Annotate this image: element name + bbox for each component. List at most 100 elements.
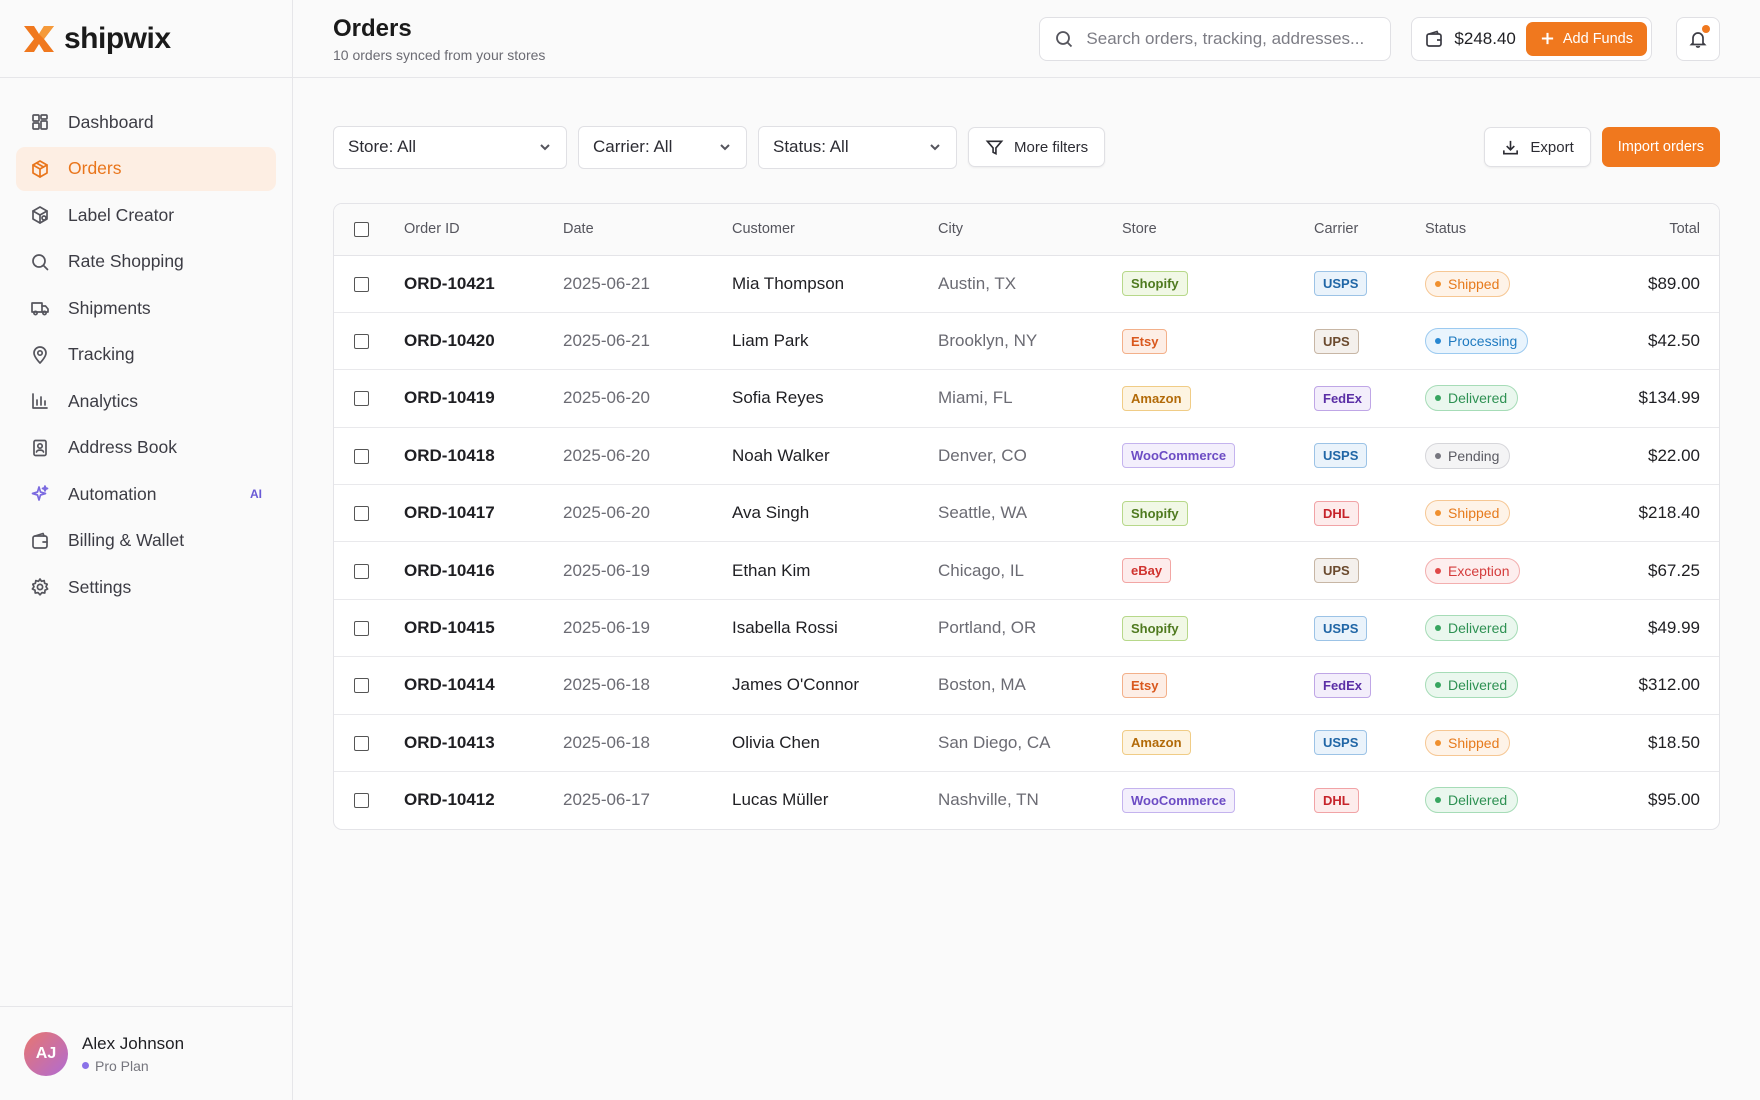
carrier-cell: FedEx	[1314, 657, 1425, 714]
sidebar-item-settings[interactable]: Settings	[16, 565, 276, 609]
carrier-badge: USPS	[1314, 615, 1368, 641]
store-cell: WooCommerce	[1122, 427, 1314, 484]
column-header-total[interactable]: Total	[1590, 204, 1719, 256]
order-total: $218.40	[1638, 503, 1700, 523]
row-select-cell	[334, 772, 404, 829]
search-icon	[1056, 30, 1073, 47]
store-filter-select[interactable]: Store: All	[333, 125, 567, 169]
table-row[interactable]: ORD-10418 2025-06-20 Noah Walker Denver, CO…	[334, 427, 1719, 485]
table-row[interactable]: ORD-10414 2025-06-18 James O'Connor Boston,…	[334, 657, 1719, 715]
status-cell: Shipped	[1425, 255, 1590, 312]
store-badge: Etsy	[1122, 672, 1168, 698]
column-header-store[interactable]: Store	[1122, 204, 1314, 256]
table-row[interactable]: ORD-10420 2025-06-21 Liam Park Brooklyn, NY…	[334, 312, 1719, 370]
add-funds-button[interactable]: Add Funds	[1525, 21, 1647, 56]
order-id[interactable]: ORD-10413	[404, 714, 563, 771]
order-id[interactable]: ORD-10418	[404, 427, 563, 484]
row-checkbox[interactable]	[354, 793, 369, 809]
column-header-customer[interactable]: Customer	[732, 204, 938, 256]
row-select-cell	[334, 542, 404, 599]
status-badge: Shipped	[1425, 500, 1511, 527]
sidebar-item-analytics[interactable]: Analytics	[16, 379, 276, 423]
customer-city: Austin, TX	[938, 273, 1017, 293]
import-orders-button[interactable]: Import orders	[1601, 127, 1720, 167]
customer-city: San Diego, CA	[938, 732, 1051, 752]
sidebar-item-label-creator[interactable]: Label Creator	[16, 193, 276, 237]
table-row[interactable]: ORD-10412 2025-06-17 Lucas Müller Nashville…	[334, 772, 1719, 829]
order-id[interactable]: ORD-10412	[404, 772, 563, 829]
status-badge: Delivered	[1425, 385, 1519, 412]
column-header-city[interactable]: City	[938, 204, 1122, 256]
status-badge: Processing	[1425, 328, 1529, 355]
column-header-date[interactable]: Date	[563, 204, 732, 256]
carrier-cell: USPS	[1314, 714, 1425, 771]
table-row[interactable]: ORD-10413 2025-06-18 Olivia Chen San Diego,…	[334, 714, 1719, 772]
store-cell: Etsy	[1122, 657, 1314, 714]
order-id[interactable]: ORD-10416	[404, 542, 563, 599]
store-badge: WooCommerce	[1122, 787, 1236, 813]
row-checkbox[interactable]	[354, 678, 369, 694]
table-row[interactable]: ORD-10415 2025-06-19 Isabella Rossi Portlan…	[334, 599, 1719, 657]
search-box[interactable]	[1039, 16, 1392, 61]
row-checkbox[interactable]	[354, 563, 369, 579]
notifications-button[interactable]	[1676, 16, 1720, 61]
row-checkbox[interactable]	[354, 621, 369, 637]
row-checkbox[interactable]	[354, 391, 369, 407]
row-checkbox[interactable]	[354, 448, 369, 464]
carrier-cell: DHL	[1314, 772, 1425, 829]
status-dot	[1435, 625, 1441, 632]
carrier-filter-select[interactable]: Carrier: All	[578, 125, 747, 169]
status-badge: Delivered	[1425, 787, 1519, 814]
export-button[interactable]: Export	[1484, 127, 1591, 167]
address-book-icon	[30, 438, 50, 458]
row-select-cell	[334, 599, 404, 656]
sidebar-item-tracking[interactable]: Tracking	[16, 333, 276, 377]
store-cell: Amazon	[1122, 370, 1314, 427]
search-input[interactable]	[1086, 28, 1377, 49]
order-id[interactable]: ORD-10414	[404, 657, 563, 714]
sidebar-item-billing-wallet[interactable]: Billing & Wallet	[16, 519, 276, 563]
more-filters-button[interactable]: More filters	[968, 127, 1106, 167]
dashboard-icon	[30, 112, 50, 132]
order-id[interactable]: ORD-10417	[404, 485, 563, 542]
status-filter-value: Status: All	[773, 137, 849, 156]
sidebar-item-rate-shopping[interactable]: Rate Shopping	[16, 240, 276, 284]
row-checkbox[interactable]	[354, 506, 369, 522]
table-row[interactable]: ORD-10421 2025-06-21 Mia Thompson Austin, T…	[334, 255, 1719, 313]
table-row[interactable]: ORD-10416 2025-06-19 Ethan Kim Chicago, IL e…	[334, 542, 1719, 600]
order-id[interactable]: ORD-10419	[404, 370, 563, 427]
status-filter-select[interactable]: Status: All	[758, 125, 957, 169]
carrier-cell: USPS	[1314, 255, 1425, 312]
order-id[interactable]: ORD-10420	[404, 312, 563, 369]
row-checkbox[interactable]	[354, 334, 369, 350]
row-checkbox[interactable]	[354, 735, 369, 751]
status-dot	[1435, 739, 1441, 746]
store-badge: eBay	[1122, 558, 1172, 584]
row-checkbox[interactable]	[354, 276, 369, 292]
sidebar-item-shipments[interactable]: Shipments	[16, 286, 276, 330]
status-dot	[1435, 338, 1441, 345]
order-id[interactable]: ORD-10421	[404, 255, 563, 312]
status-dot	[1435, 797, 1441, 804]
sidebar-item-dashboard[interactable]: Dashboard	[16, 100, 276, 144]
sidebar-item-address-book[interactable]: Address Book	[16, 426, 276, 470]
column-header-status[interactable]: Status	[1425, 204, 1591, 256]
plan-dot-icon	[82, 1062, 89, 1069]
order-total: $42.50	[1648, 331, 1700, 351]
table-row[interactable]: ORD-10419 2025-06-20 Sofia Reyes Miami, FL A…	[334, 370, 1719, 428]
column-header-carrier[interactable]: Carrier	[1314, 204, 1425, 256]
sidebar-item-label: Automation	[68, 483, 157, 504]
sidebar-item-automation[interactable]: Automation AI	[16, 472, 276, 516]
carrier-badge: USPS	[1314, 730, 1368, 756]
order-id[interactable]: ORD-10415	[404, 599, 563, 656]
add-funds-label: Add Funds	[1562, 30, 1633, 47]
order-total: $67.25	[1648, 560, 1700, 580]
column-header-order-id[interactable]: Order ID	[404, 204, 563, 256]
brand[interactable]: shipwix	[0, 0, 292, 78]
table-row[interactable]: ORD-10417 2025-06-20 Ava Singh Seattle, WA S…	[334, 485, 1719, 542]
user-profile[interactable]: AJ Alex Johnson Pro Plan	[0, 1006, 292, 1100]
table-header-row: Order ID Date Customer City Store Carrie…	[334, 204, 1719, 256]
download-icon	[1503, 140, 1519, 154]
select-all-checkbox[interactable]	[354, 221, 369, 237]
sidebar-item-orders[interactable]: Orders	[16, 146, 276, 191]
